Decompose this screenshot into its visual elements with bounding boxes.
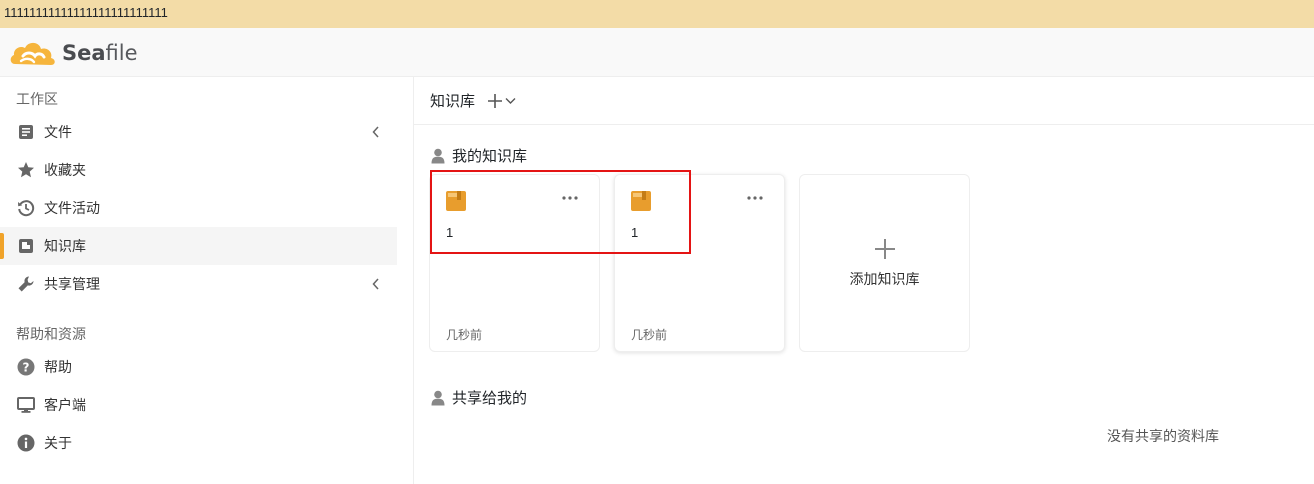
app-header: Seafile <box>0 28 1314 77</box>
sidebar-item-files[interactable]: 文件 <box>0 113 397 151</box>
wiki-updated-time: 几秒前 <box>631 328 668 342</box>
main-header: 知识库 <box>414 77 1314 125</box>
user-icon <box>431 148 445 164</box>
sidebar-item-label: 文件 <box>44 124 72 140</box>
add-wiki-card[interactable]: 添加知识库 <box>799 174 970 352</box>
sidebar-item-label: 文件活动 <box>44 200 100 216</box>
sidebar: 工作区 文件 收藏夹 文件活动 知识库 共享管理 帮助和资源 ? 帮助 客户端 … <box>0 77 414 484</box>
wiki-name[interactable]: 1 <box>446 225 453 240</box>
wrench-icon <box>17 275 35 293</box>
sidebar-item-label: 知识库 <box>44 238 86 254</box>
question-icon: ? <box>17 358 35 376</box>
file-icon <box>17 123 35 141</box>
plus-icon <box>874 238 895 259</box>
sidebar-item-clients[interactable]: 客户端 <box>0 386 397 424</box>
wiki-card[interactable]: 1 几秒前 <box>614 174 785 352</box>
sidebar-item-share-admin[interactable]: 共享管理 <box>0 265 397 303</box>
sidebar-item-label: 共享管理 <box>44 276 100 292</box>
logo-text: Seafile <box>62 41 138 65</box>
sidebar-item-about[interactable]: 关于 <box>0 424 397 462</box>
chevron-down-icon <box>505 97 516 104</box>
sidebar-item-favorites[interactable]: 收藏夹 <box>0 151 397 189</box>
main-panel: 知识库 我的知识库 1 几秒前 1 几秒前 添加知识库 共享给我的 没有共享的资… <box>414 77 1314 484</box>
wiki-icon <box>17 237 35 255</box>
book-icon <box>631 191 651 211</box>
sidebar-item-file-activities[interactable]: 文件活动 <box>0 189 397 227</box>
user-icon <box>431 390 445 406</box>
sidebar-item-label: 关于 <box>44 435 72 451</box>
more-options-icon[interactable] <box>561 193 579 203</box>
history-icon <box>17 199 35 217</box>
sidebar-item-wikis[interactable]: 知识库 <box>0 227 397 265</box>
add-wiki-dropdown[interactable] <box>487 93 516 109</box>
add-wiki-label: 添加知识库 <box>849 270 920 287</box>
help-heading: 帮助和资源 <box>16 326 86 342</box>
seafile-logo[interactable]: Seafile <box>9 36 138 70</box>
plus-icon <box>488 93 503 108</box>
workspace-heading: 工作区 <box>16 91 58 107</box>
cloud-logo-icon <box>10 42 55 65</box>
sidebar-item-label: 帮助 <box>44 359 72 375</box>
wiki-card[interactable]: 1 几秒前 <box>429 174 600 352</box>
book-icon <box>446 191 466 211</box>
my-wikis-heading: 我的知识库 <box>431 145 527 166</box>
more-options-icon[interactable] <box>746 193 764 203</box>
top-banner: 11111111111111111111111111 <box>0 0 1314 28</box>
svg-text:?: ? <box>23 361 30 375</box>
shared-empty-message: 没有共享的资料库 <box>1107 428 1219 444</box>
shared-wikis-heading: 共享给我的 <box>431 387 527 408</box>
chevron-left-icon[interactable] <box>369 276 383 292</box>
wiki-name[interactable]: 1 <box>631 225 638 240</box>
sidebar-item-help[interactable]: ? 帮助 <box>0 348 397 386</box>
sidebar-item-label: 客户端 <box>44 397 86 413</box>
info-icon <box>17 434 35 452</box>
star-icon <box>17 161 35 179</box>
monitor-icon <box>17 396 35 414</box>
page-title: 知识库 <box>430 93 476 110</box>
chevron-left-icon[interactable] <box>369 124 383 140</box>
wiki-updated-time: 几秒前 <box>446 328 483 342</box>
sidebar-item-label: 收藏夹 <box>44 162 86 178</box>
